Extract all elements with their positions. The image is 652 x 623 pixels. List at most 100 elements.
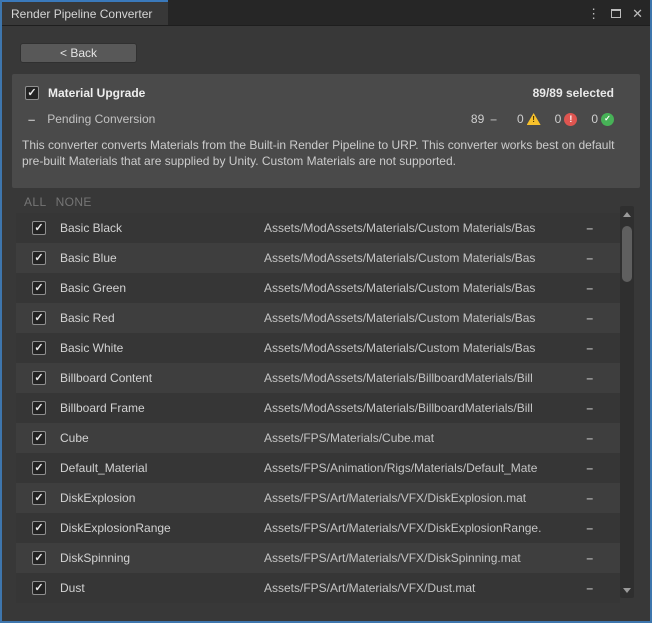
check-icon: ✓ [34, 223, 43, 234]
close-icon[interactable]: ✕ [632, 7, 643, 20]
material-path: Assets/FPS/Art/Materials/VFX/DiskSpinnin… [264, 551, 580, 565]
row-status-dash-icon: – [586, 581, 593, 595]
check-icon: ✓ [34, 553, 43, 564]
check-icon: ✓ [34, 313, 43, 324]
scroll-up-icon[interactable] [620, 208, 634, 220]
material-name: Billboard Frame [60, 401, 264, 415]
pending-counts: 89 – 0 ! 0 ! 0 ✓ [471, 112, 614, 126]
check-icon: ✓ [34, 253, 43, 264]
material-path: Assets/ModAssets/Materials/Custom Materi… [264, 341, 580, 355]
check-icon: ✓ [34, 433, 43, 444]
row-checkbox[interactable]: ✓ [32, 281, 46, 295]
render-pipeline-converter-window: Render Pipeline Converter ⋮ ✕ < Back ✓ M… [0, 0, 652, 623]
table-row[interactable]: ✓ DiskSpinning Assets/FPS/Art/Materials/… [16, 543, 620, 573]
row-status-dash-icon: – [586, 371, 593, 385]
row-status-dash-icon: – [586, 401, 593, 415]
row-status-dash-icon: – [586, 431, 593, 445]
row-checkbox[interactable]: ✓ [32, 371, 46, 385]
row-checkbox[interactable]: ✓ [32, 521, 46, 535]
scrollbar-thumb[interactable] [622, 226, 632, 282]
selected-count: 89/89 selected [533, 86, 614, 100]
check-icon: ✓ [34, 373, 43, 384]
table-row[interactable]: ✓ Basic Black Assets/ModAssets/Materials… [16, 213, 620, 243]
pending-conversion-row[interactable]: – Pending Conversion 89 – 0 ! 0 ! 0 ✓ [12, 106, 640, 132]
material-name: Cube [60, 431, 264, 445]
row-status-dash-icon: – [586, 491, 593, 505]
row-checkbox[interactable]: ✓ [32, 221, 46, 235]
converter-checkbox[interactable]: ✓ [25, 86, 39, 100]
row-checkbox[interactable]: ✓ [32, 401, 46, 415]
row-status-dash-icon: – [586, 221, 593, 235]
row-status-dash-icon: – [586, 341, 593, 355]
collapse-minus-icon[interactable]: – [28, 113, 35, 126]
table-row[interactable]: ✓ Cube Assets/FPS/Materials/Cube.mat – [16, 423, 620, 453]
row-checkbox[interactable]: ✓ [32, 431, 46, 445]
check-icon: ✓ [34, 403, 43, 414]
material-name: Default_Material [60, 461, 264, 475]
warning-count: 0 [517, 112, 524, 126]
material-path: Assets/ModAssets/Materials/Custom Materi… [264, 251, 580, 265]
select-all-link[interactable]: ALL [24, 195, 47, 209]
material-path: Assets/ModAssets/Materials/BillboardMate… [264, 401, 580, 415]
table-row[interactable]: ✓ DiskExplosionRange Assets/FPS/Art/Mate… [16, 513, 620, 543]
warning-icon: ! [527, 113, 541, 125]
row-status-dash-icon: – [586, 251, 593, 265]
row-status-dash-icon: – [586, 461, 593, 475]
pending-count: 89 [471, 112, 484, 126]
error-icon: ! [564, 113, 577, 126]
material-path: Assets/FPS/Materials/Cube.mat [264, 431, 580, 445]
row-checkbox[interactable]: ✓ [32, 461, 46, 475]
row-status-dash-icon: – [586, 521, 593, 535]
row-checkbox[interactable]: ✓ [32, 251, 46, 265]
scroll-down-icon[interactable] [620, 584, 634, 596]
check-icon: ✓ [34, 493, 43, 504]
material-name: DiskSpinning [60, 551, 264, 565]
row-checkbox[interactable]: ✓ [32, 341, 46, 355]
material-name: DiskExplosion [60, 491, 264, 505]
window-title: Render Pipeline Converter [11, 7, 152, 21]
back-button[interactable]: < Back [20, 43, 137, 63]
check-icon: ✓ [34, 343, 43, 354]
table-row[interactable]: ✓ Dust Assets/FPS/Art/Materials/VFX/Dust… [16, 573, 620, 603]
materials-list: ✓ Basic Black Assets/ModAssets/Materials… [16, 213, 620, 603]
table-row[interactable]: ✓ Basic Green Assets/ModAssets/Materials… [16, 273, 620, 303]
check-icon: ✓ [34, 583, 43, 594]
row-checkbox[interactable]: ✓ [32, 581, 46, 595]
table-row[interactable]: ✓ Billboard Frame Assets/ModAssets/Mater… [16, 393, 620, 423]
material-name: Basic Blue [60, 251, 264, 265]
row-checkbox[interactable]: ✓ [32, 491, 46, 505]
table-row[interactable]: ✓ Default_Material Assets/FPS/Animation/… [16, 453, 620, 483]
pending-dash-icon: – [490, 112, 497, 126]
select-none-link[interactable]: NONE [56, 195, 92, 209]
check-icon: ✓ [34, 283, 43, 294]
material-path: Assets/ModAssets/Materials/Custom Materi… [264, 281, 580, 295]
row-status-dash-icon: – [586, 551, 593, 565]
list-scrollbar[interactable] [620, 206, 634, 598]
row-checkbox[interactable]: ✓ [32, 311, 46, 325]
table-row[interactable]: ✓ DiskExplosion Assets/FPS/Art/Materials… [16, 483, 620, 513]
material-path: Assets/FPS/Animation/Rigs/Materials/Defa… [264, 461, 580, 475]
material-path: Assets/ModAssets/Materials/Custom Materi… [264, 311, 580, 325]
material-name: Dust [60, 581, 264, 595]
check-icon: ✓ [34, 523, 43, 534]
error-count: 0 [555, 112, 562, 126]
table-row[interactable]: ✓ Basic White Assets/ModAssets/Materials… [16, 333, 620, 363]
titlebar: Render Pipeline Converter ⋮ ✕ [0, 0, 652, 26]
tab-render-pipeline-converter[interactable]: Render Pipeline Converter [0, 0, 168, 25]
converter-panel: ✓ Material Upgrade 89/89 selected – Pend… [12, 74, 640, 188]
material-name: Basic Green [60, 281, 264, 295]
row-checkbox[interactable]: ✓ [32, 551, 46, 565]
table-row[interactable]: ✓ Billboard Content Assets/ModAssets/Mat… [16, 363, 620, 393]
table-row[interactable]: ✓ Basic Blue Assets/ModAssets/Materials/… [16, 243, 620, 273]
selection-links: ALL NONE [24, 195, 92, 209]
check-icon: ✓ [27, 88, 36, 99]
converter-header: ✓ Material Upgrade 89/89 selected [12, 74, 640, 106]
window-menu-icon[interactable]: ⋮ [587, 7, 600, 20]
table-row[interactable]: ✓ Basic Red Assets/ModAssets/Materials/C… [16, 303, 620, 333]
maximize-icon[interactable] [611, 9, 621, 18]
material-name: Basic Red [60, 311, 264, 325]
row-status-dash-icon: – [586, 281, 593, 295]
converter-description: This converter converts Materials from t… [12, 132, 640, 169]
material-name: Billboard Content [60, 371, 264, 385]
success-icon: ✓ [601, 113, 614, 126]
